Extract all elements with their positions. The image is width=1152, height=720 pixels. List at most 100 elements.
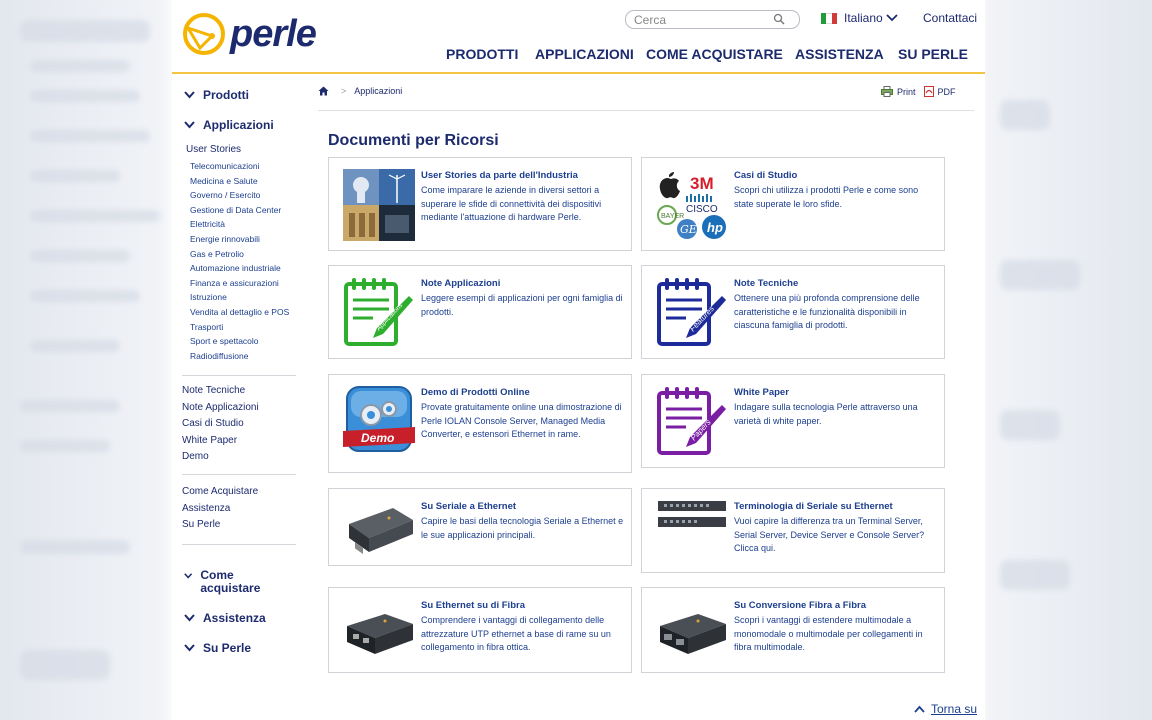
print-link[interactable]: Print: [881, 86, 916, 97]
nav-come-acquistare[interactable]: COME ACQUISTARE: [646, 46, 783, 62]
page-tools: Print PDF: [881, 86, 964, 97]
sidebar-subitem[interactable]: Finanza e assicurazioni: [190, 278, 279, 288]
card-ethernet-fibra[interactable]: Su Ethernet su di Fibra Comprendere i va…: [328, 587, 632, 673]
page-title: Documenti per Ricorsi: [328, 132, 499, 149]
sidebar-link-note-applicazioni[interactable]: Note Applicazioni: [182, 402, 259, 413]
sidebar-subitem[interactable]: Telecomunicazioni: [190, 161, 259, 171]
chevron-down-icon: [184, 573, 193, 579]
sidebar-subitem[interactable]: Sport e spettacolo: [190, 336, 259, 346]
search-icon[interactable]: [773, 13, 785, 25]
card-demo-prodotti[interactable]: Demo Demo di Prodotti Online Provate gra…: [328, 374, 632, 473]
chevron-down-icon: [184, 91, 195, 99]
card-description: Come imparare le aziende in diversi sett…: [421, 185, 602, 223]
sidebar-section-prodotti[interactable]: Prodotti: [184, 88, 249, 102]
print-icon: [881, 86, 893, 97]
sidebar-subitem[interactable]: Gas e Petrolio: [190, 249, 244, 259]
papers-notepad-icon: Papers: [657, 387, 726, 455]
pdf-label: PDF: [937, 86, 956, 97]
sidebar-link-note-tecniche[interactable]: Note Tecniche: [182, 385, 245, 396]
chevron-down-icon: [184, 614, 195, 622]
card-title[interactable]: Casi di Studio: [734, 170, 797, 181]
card-description: Vuoi capire la differenza tra un Termina…: [734, 516, 925, 554]
sidebar-link-su-perle[interactable]: Su Perle: [182, 519, 220, 530]
card-title[interactable]: Su Seriale a Ethernet: [421, 501, 516, 512]
sidebar-section-assistenza[interactable]: Assistenza: [184, 611, 266, 625]
sidebar-link-casi-di-studio[interactable]: Casi di Studio: [182, 418, 244, 429]
sidebar-subitem[interactable]: Gestione di Data Center: [190, 205, 281, 215]
print-label: Print: [897, 86, 916, 97]
card-title[interactable]: Note Applicazioni: [421, 278, 500, 289]
sidebar-section-label: Assistenza: [203, 611, 266, 625]
perle-logo-icon: [183, 13, 225, 55]
fiber-converter-image: [660, 614, 726, 654]
sidebar-link-assistenza[interactable]: Assistenza: [182, 503, 230, 514]
nav-prodotti[interactable]: PRODOTTI: [446, 46, 518, 62]
perle-logo[interactable]: perle: [182, 12, 317, 56]
sidebar-subitem[interactable]: Trasporti: [190, 322, 223, 332]
card-title[interactable]: Su Conversione Fibra a Fibra: [734, 600, 866, 611]
back-to-top-label: Torna su: [931, 702, 978, 716]
language-selector[interactable]: Italiano: [821, 11, 898, 25]
card-seriale-ethernet[interactable]: Su Seriale a Ethernet Capire le basi del…: [328, 488, 632, 566]
sidebar-section-su-perle[interactable]: Su Perle: [184, 641, 251, 655]
sidebar-divider: [182, 375, 296, 376]
contact-link[interactable]: Contattaci: [923, 11, 977, 25]
serial-device-server-image: [349, 508, 413, 555]
sidebar-link-come-acquistare[interactable]: Come Acquistare: [182, 486, 258, 497]
card-casi-di-studio[interactable]: 3M BAYER CISCO GE hp Casi di Studio Scop…: [641, 157, 945, 251]
header-divider: [172, 72, 985, 74]
sidebar-section-come-acquistare[interactable]: Come acquistare: [184, 569, 274, 595]
card-user-stories[interactable]: User Stories da parte dell'Industria Com…: [328, 157, 632, 251]
card-description: Provate gratuitamente online una dimostr…: [421, 402, 622, 440]
sidebar-link-white-paper[interactable]: White Paper: [182, 435, 237, 446]
back-to-top-link[interactable]: Torna su: [914, 702, 977, 716]
search-input[interactable]: [634, 12, 774, 27]
sidebar-subitem[interactable]: Governo / Esercito: [190, 190, 260, 200]
card-description: Scopri chi utilizza i prodotti Perle e c…: [734, 185, 919, 209]
features-notepad-icon: Features: [657, 278, 726, 346]
card-terminologia[interactable]: Terminologia di Seriale su Ethernet Vuoi…: [641, 488, 945, 573]
card-white-paper[interactable]: Papers White Paper Indagare sulla tecnol…: [641, 374, 945, 468]
card-description: Indagare sulla tecnologia Perle attraver…: [734, 402, 918, 426]
nav-su-perle[interactable]: SU PERLE: [898, 46, 968, 62]
media-converter-image: [347, 614, 413, 654]
sidebar-section-label: Prodotti: [203, 88, 249, 102]
sidebar-section-label: Su Perle: [203, 641, 252, 655]
rack-servers-image: [658, 501, 726, 527]
sidebar-subitem[interactable]: Elettricità: [190, 219, 225, 229]
sidebar-subitem[interactable]: Energie rinnovabili: [190, 234, 260, 244]
card-title[interactable]: Terminologia di Seriale su Ethernet: [734, 501, 893, 512]
svg-text:BAYER: BAYER: [661, 213, 684, 220]
sidebar-section-applicazioni[interactable]: Applicazioni: [184, 118, 274, 132]
sidebar-divider: [182, 474, 296, 475]
card-title[interactable]: Demo di Prodotti Online: [421, 387, 530, 398]
card-title[interactable]: Note Tecniche: [734, 278, 798, 289]
pdf-link[interactable]: PDF: [923, 86, 956, 97]
sidebar-item-user-stories[interactable]: User Stories: [186, 144, 241, 155]
card-description: Capire le basi della tecnologia Seriale …: [421, 516, 624, 540]
chevron-down-icon: [886, 14, 898, 22]
sidebar-subitem[interactable]: Radiodiffusione: [190, 351, 248, 361]
card-fibra-fibra[interactable]: Su Conversione Fibra a Fibra Scopri i va…: [641, 587, 945, 673]
demo-gears-icon: Demo: [343, 386, 415, 452]
breadcrumb-current[interactable]: Applicazioni: [354, 86, 402, 96]
card-title[interactable]: User Stories da parte dell'Industria: [421, 170, 578, 181]
nav-applicazioni[interactable]: APPLICAZIONI: [535, 46, 634, 62]
language-label: Italiano: [844, 11, 883, 25]
customer-logos-image: 3M BAYER CISCO GE hp: [657, 172, 726, 239]
breadcrumb-divider: [318, 110, 974, 111]
home-icon[interactable]: [318, 86, 329, 96]
card-note-applicazioni[interactable]: Applications Note Applicazioni Leggere e…: [328, 265, 632, 359]
sidebar-subitem[interactable]: Medicina e Salute: [190, 176, 258, 186]
card-title[interactable]: Su Ethernet su di Fibra: [421, 600, 525, 611]
sidebar-subitem[interactable]: Automazione industriale: [190, 263, 281, 273]
nav-assistenza[interactable]: ASSISTENZA: [795, 46, 884, 62]
card-title[interactable]: White Paper: [734, 387, 789, 398]
sidebar-subitem[interactable]: Istruzione: [190, 292, 227, 302]
sidebar-subitem[interactable]: Vendita al dettaglio e POS: [190, 307, 289, 317]
sidebar-link-demo[interactable]: Demo: [182, 451, 209, 462]
card-note-tecniche[interactable]: Features Note Tecniche Ottenere una più …: [641, 265, 945, 359]
badge-text: Demo: [361, 431, 394, 445]
search-box[interactable]: [625, 10, 800, 29]
chevron-up-icon: [914, 705, 925, 713]
